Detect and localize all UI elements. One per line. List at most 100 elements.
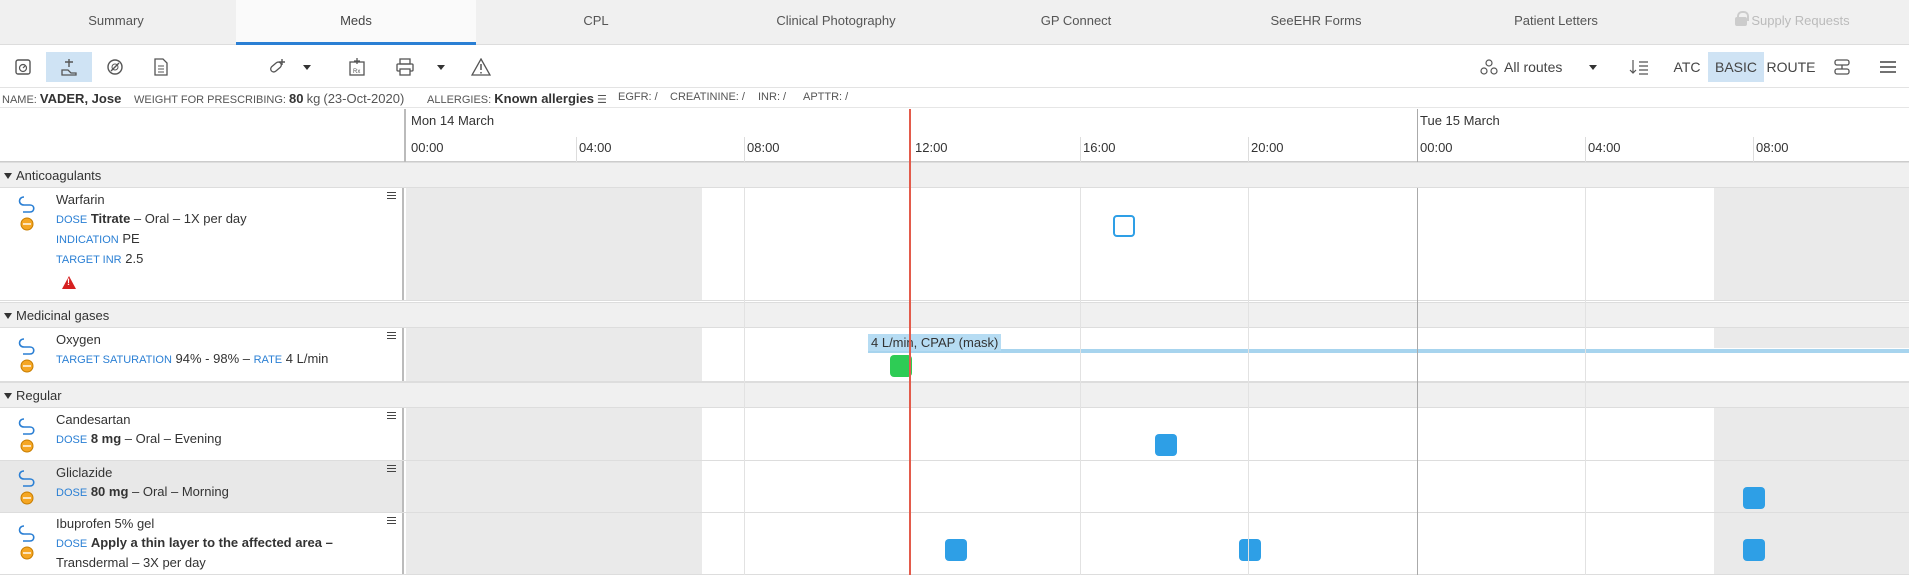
group-label: Medicinal gases (16, 308, 110, 323)
day-label: Mon 14 March (411, 113, 495, 128)
oral-medication-icon (18, 196, 35, 231)
tab-supply-requests[interactable]: Supply Requests (1676, 0, 1909, 45)
weight-value: 80 (289, 91, 304, 106)
night-shading (406, 461, 702, 512)
print-dropdown-icon[interactable] (434, 52, 448, 82)
collapse-icon[interactable] (4, 173, 12, 179)
warning-icon[interactable] (468, 52, 494, 82)
group-medicinal-gases[interactable]: Medicinal gases (0, 302, 1909, 328)
tab-cpl[interactable]: CPL (476, 0, 716, 45)
hour-gridline (1248, 188, 1249, 575)
scheduled-dose-marker[interactable] (1743, 487, 1765, 509)
hour-tick (1248, 137, 1249, 162)
row-menu-icon[interactable] (387, 412, 396, 421)
target-inr-label: TARGET INR (56, 254, 122, 266)
scheduled-dose-marker[interactable] (945, 539, 967, 561)
tab-patient-letters[interactable]: Patient Letters (1436, 0, 1676, 45)
chart-view-icon[interactable] (10, 52, 36, 82)
row-menu-icon[interactable] (387, 192, 396, 201)
weight-label: WEIGHT FOR PRESCRIBING: (134, 94, 286, 106)
document-icon[interactable] (148, 52, 174, 82)
sort-icon[interactable] (1628, 52, 1650, 82)
med-row-ibuprofen[interactable]: Ibuprofen 5% gel DOSE Apply a thin layer… (0, 513, 1909, 575)
alert-warning-icon[interactable] (62, 276, 76, 289)
hour-tick (1585, 137, 1586, 162)
target-inr-value: 2.5 (125, 251, 144, 266)
scheduled-dose-marker[interactable] (1239, 539, 1261, 561)
print-icon[interactable] (392, 52, 418, 82)
rate-label: RATE (253, 354, 283, 366)
med-row-gliclazide[interactable]: Gliclazide DOSE 80 mg – Oral – Morning (0, 461, 1909, 513)
oral-medication-icon (18, 418, 35, 453)
route-button[interactable]: ROUTE (1766, 52, 1816, 82)
toolbar: Rx All routes ATC BASIC ROUTE (0, 46, 1909, 88)
infusion-rate-band[interactable] (868, 349, 1909, 353)
creatinine-field: CREATININE: / (670, 91, 745, 103)
dose-line: DOSE Titrate – Oral – 1X per day (56, 211, 247, 226)
saturation-line: TARGET SATURATION 94% - 98% – RATE 4 L/m… (56, 351, 328, 366)
row-menu-icon[interactable] (387, 465, 396, 474)
tab-seeehr-forms[interactable]: SeeEHR Forms (1196, 0, 1436, 45)
allergies-menu-icon[interactable]: ☰ (597, 94, 607, 106)
basic-button[interactable]: BASIC (1708, 52, 1764, 82)
row-menu-icon[interactable] (387, 517, 396, 526)
add-medication-icon[interactable] (264, 52, 290, 82)
hour-gridline (1080, 188, 1081, 575)
dose-line: DOSE 80 mg – Oral – Morning (56, 484, 229, 499)
hour-label: 08:00 (1756, 140, 1789, 155)
patient-name: VADER, Jose (39, 91, 122, 106)
night-shading (1714, 188, 1909, 300)
weight-date: (23-Oct-2020) (323, 91, 405, 106)
dose-value: 8 mg (90, 431, 122, 446)
dose-label: DOSE (56, 487, 88, 499)
scheduled-dose-marker[interactable] (1155, 434, 1177, 456)
group-anticoagulants[interactable]: Anticoagulants (0, 162, 1909, 188)
timeline-header: Mon 14 March Tue 15 March 00:00 04:00 08… (0, 109, 1909, 162)
drug-name: Ibuprofen 5% gel (56, 516, 155, 531)
night-shading (406, 513, 702, 574)
tab-gp-connect[interactable]: GP Connect (956, 0, 1196, 45)
dose-rest: – Oral – 1X per day (130, 211, 247, 226)
tab-summary[interactable]: Summary (0, 0, 232, 45)
allergies-label: ALLERGIES: (427, 94, 492, 106)
dose-label: DOSE (56, 214, 88, 226)
discontinued-icon[interactable] (102, 52, 128, 82)
hour-label: 12:00 (915, 140, 948, 155)
med-details: Oxygen TARGET SATURATION 94% - 98% – RAT… (0, 328, 404, 381)
atc-button[interactable]: ATC (1670, 52, 1704, 82)
scheduled-dose-marker[interactable] (1113, 215, 1135, 237)
group-regular[interactable]: Regular (0, 382, 1909, 408)
dose-rest: – Oral – Evening (121, 431, 222, 446)
med-row-candesartan[interactable]: Candesartan DOSE 8 mg – Oral – Evening (0, 408, 1909, 461)
routes-icon (1478, 52, 1500, 82)
dose-line-continued: Transdermal – 3X per day (56, 555, 206, 570)
med-details: Ibuprofen 5% gel DOSE Apply a thin layer… (0, 513, 404, 574)
night-shading (1714, 328, 1909, 348)
night-shading (406, 408, 702, 460)
weight-unit: kg (306, 91, 321, 106)
med-row-warfarin[interactable]: Warfarin DOSE Titrate – Oral – 1X per da… (0, 188, 1909, 301)
routes-dropdown-icon[interactable] (1586, 52, 1600, 82)
med-row-oxygen[interactable]: Oxygen TARGET SATURATION 94% - 98% – RAT… (0, 328, 1909, 382)
dose-value: 80 mg (90, 484, 129, 499)
indication-value: PE (122, 231, 140, 246)
collapse-icon[interactable] (4, 393, 12, 399)
row-menu-icon[interactable] (387, 332, 396, 341)
collapse-icon[interactable] (4, 313, 12, 319)
hour-gridline (744, 188, 745, 575)
allergies-field[interactable]: ALLERGIES: Known allergies ☰ (427, 91, 607, 106)
layout-icon[interactable] (1830, 52, 1854, 82)
hour-label: 20:00 (1251, 140, 1284, 155)
tab-clinical-photography[interactable]: Clinical Photography (716, 0, 956, 45)
infusion-rate-label: 4 L/min, CPAP (mask) (868, 334, 1002, 351)
add-rx-icon[interactable]: Rx (344, 52, 370, 82)
dose-value: Titrate (90, 211, 131, 226)
tab-meds[interactable]: Meds (236, 0, 476, 45)
scheduled-dose-marker[interactable] (1743, 539, 1765, 561)
add-medication-dropdown-icon[interactable] (300, 52, 314, 82)
administer-view-icon[interactable] (46, 52, 92, 82)
group-label: Regular (16, 388, 62, 403)
routes-select[interactable]: All routes (1504, 52, 1574, 82)
hamburger-menu-icon[interactable] (1876, 52, 1900, 82)
hour-label: 04:00 (1588, 140, 1621, 155)
